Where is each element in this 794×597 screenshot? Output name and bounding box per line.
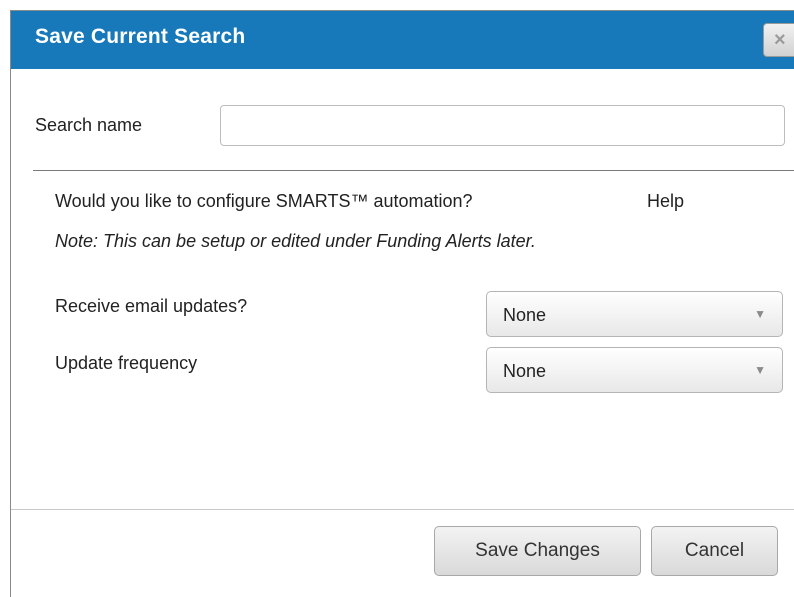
automation-question: Would you like to configure SMARTS™ auto…: [55, 191, 473, 211]
search-name-input[interactable]: [220, 105, 785, 146]
help-link[interactable]: Help: [647, 191, 684, 212]
save-changes-button[interactable]: Save Changes: [434, 526, 641, 576]
update-frequency-value: None: [503, 361, 547, 381]
save-search-dialog: Save Current Search × Search name Would …: [10, 10, 794, 597]
update-frequency-label: Update frequency: [55, 353, 198, 373]
email-updates-label: Receive email updates?: [55, 296, 248, 316]
email-updates-select[interactable]: None ▼: [486, 291, 783, 337]
dialog-title: Save Current Search: [35, 25, 246, 48]
footer-divider: [11, 509, 794, 510]
email-updates-value: None: [503, 305, 547, 325]
update-frequency-select[interactable]: None ▼: [486, 347, 783, 393]
section-divider: [33, 170, 794, 171]
chevron-down-icon: ▼: [754, 307, 766, 321]
automation-note: Note: This can be setup or edited under …: [55, 231, 536, 251]
dialog-titlebar: Save Current Search ×: [11, 11, 794, 69]
chevron-down-icon: ▼: [754, 363, 766, 377]
cancel-button[interactable]: Cancel: [651, 526, 778, 576]
close-icon: ×: [774, 28, 786, 51]
close-button[interactable]: ×: [763, 23, 794, 57]
search-name-label: Search name: [35, 115, 143, 135]
